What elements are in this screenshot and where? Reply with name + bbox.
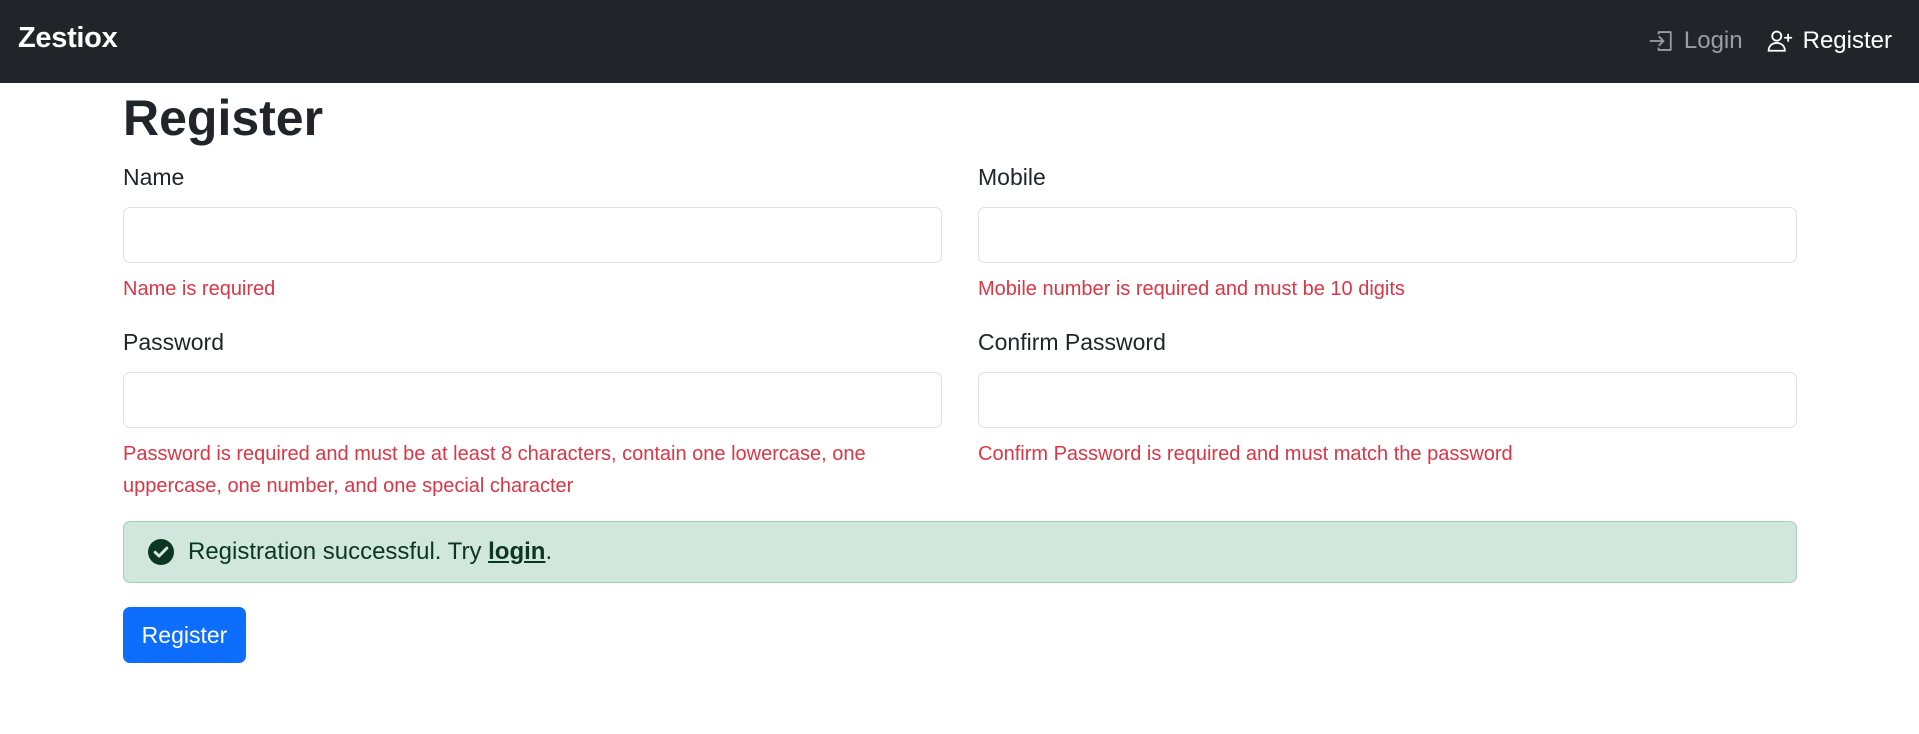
password-field-group: Password Password is required and must b… <box>123 328 942 502</box>
name-input[interactable] <box>123 207 942 263</box>
page-title: Register <box>123 90 324 146</box>
check-circle-icon <box>148 539 174 565</box>
password-error: Password is required and must be at leas… <box>123 443 866 497</box>
alert-text-after: . <box>545 538 553 565</box>
confirm-password-error: Confirm Password is required and must ma… <box>978 443 1513 465</box>
nav-login-label: Login <box>1683 27 1743 54</box>
alert-login-link[interactable]: login <box>488 538 545 565</box>
mobile-field-group: Mobile Mobile number is required and mus… <box>978 163 1797 305</box>
success-alert: Registration successful. Try login. <box>123 521 1797 583</box>
nav-links: Login Register <box>1648 27 1892 55</box>
nav-register-link[interactable]: Register <box>1767 27 1892 55</box>
login-icon <box>1649 31 1672 51</box>
person-plus-icon <box>1767 30 1792 52</box>
name-error: Name is required <box>123 278 276 300</box>
name-label: Name <box>123 164 185 190</box>
password-label: Password <box>123 329 224 355</box>
confirm-password-label: Confirm Password <box>978 329 1166 355</box>
password-input[interactable] <box>123 372 942 428</box>
top-navbar: Zestiox Login Register <box>0 0 1919 83</box>
alert-text: Registration successful. Try login. <box>188 538 552 566</box>
brand-logo[interactable]: Zestiox <box>18 22 118 55</box>
alert-text-before: Registration successful. Try <box>188 538 489 565</box>
confirm-password-field-group: Confirm Password Confirm Password is req… <box>978 328 1797 470</box>
mobile-label: Mobile <box>978 164 1046 190</box>
register-button[interactable]: Register <box>123 607 246 663</box>
mobile-error: Mobile number is required and must be 10… <box>978 278 1405 300</box>
confirm-password-input[interactable] <box>978 372 1797 428</box>
mobile-input[interactable] <box>978 207 1797 263</box>
name-field-group: Name Name is required <box>123 163 942 305</box>
nav-login-link[interactable]: Login <box>1648 27 1743 55</box>
nav-register-label: Register <box>1802 27 1892 54</box>
